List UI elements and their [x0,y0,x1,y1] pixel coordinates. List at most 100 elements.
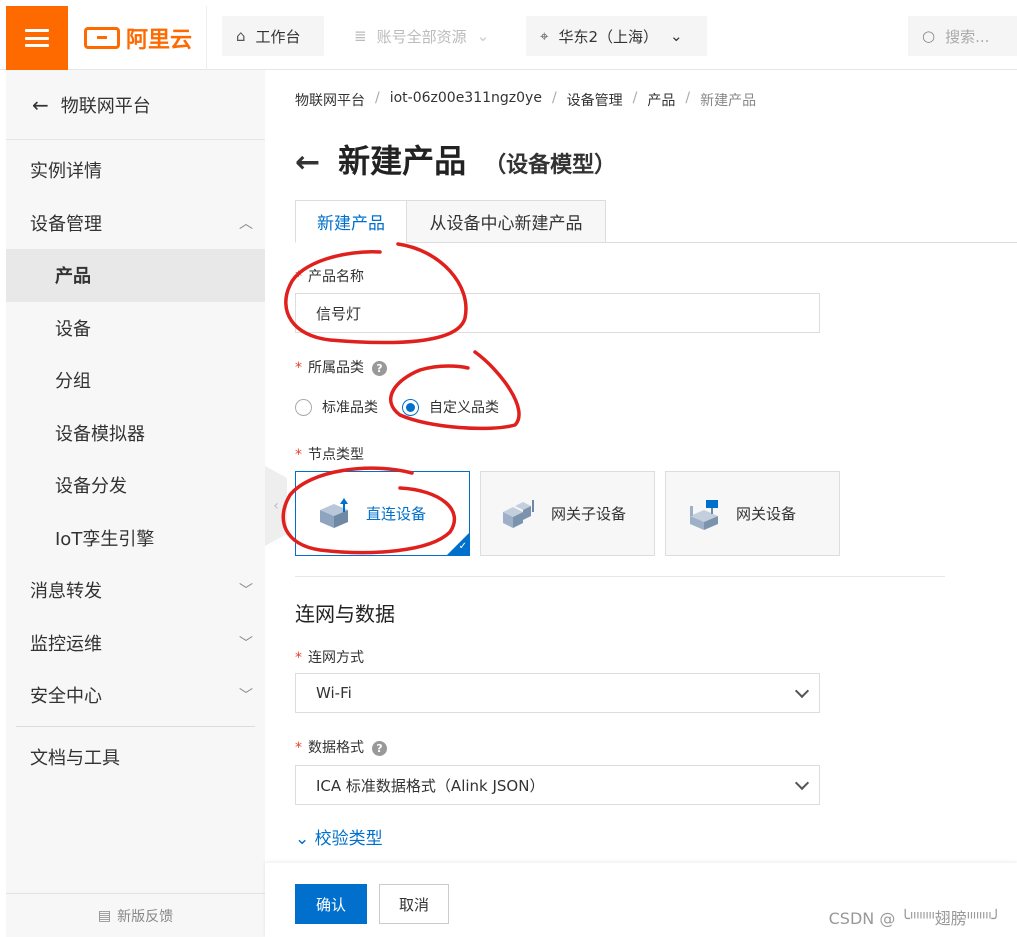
sidebar-item-instance-details[interactable]: 实例详情 [6,144,265,197]
page-subtitle: （设备模型） [484,153,617,178]
confirm-button[interactable]: 确认 [295,884,367,924]
sidebar-item-product[interactable]: 产品 [6,249,265,302]
chevron-up-icon: ︿ [239,215,253,232]
sidebar-item-label: 设备 [55,318,91,340]
breadcrumb-separator: / [375,90,380,106]
radio-standard-category[interactable]: 标准品类 [295,397,378,417]
link-label: 校验类型 [314,829,383,849]
sidebar-item-label: 设备管理 [30,213,102,235]
resource-selector[interactable]: ≣ 账号全部资源 ⌄ [340,16,510,56]
sidebar-item-device-distribution[interactable]: 设备分发 [6,459,265,512]
check-icon: ✓ [458,541,467,552]
gateway-sub-device-icon [503,499,534,528]
section-title: 连网与数据 [295,602,395,626]
tab-label: 从设备中心新建产品 [429,214,583,234]
sidebar-item-group[interactable]: 分组 [6,354,265,407]
form-footer: 确认 取消 CSDN @ ╰ᐦᐦᐦᐦ翅膀ᐦᐦᐦᐦ╯ [265,863,1017,937]
category-label: * 所属品类? [295,357,387,377]
sidebar-collapse-handle[interactable]: ‹ [265,466,287,546]
sidebar-item-label: 监控运维 [30,633,102,655]
region-label: 华东2（上海） [558,27,658,46]
sidebar-back-link[interactable]: ← 物联网平台 [6,70,265,140]
sidebar-item-iot-twin-engine[interactable]: IoT孪生引擎 [6,512,265,565]
search-input[interactable]: ○ 搜索... [908,16,1017,56]
data-format-label: * 数据格式? [295,737,387,757]
radio-label: 自定义品类 [429,400,499,416]
breadcrumb-item[interactable]: 产品 [647,90,675,110]
sidebar-item-monitoring[interactable]: 监控运维 ﹀ [6,617,265,670]
node-type-gateway-sub-device[interactable]: 网关子设备 [480,471,655,556]
hamburger-icon [25,29,49,47]
required-mark: * [295,740,302,756]
breadcrumb-item[interactable]: iot-06z00e311ngz0ye [390,90,542,110]
product-name-input[interactable]: 信号灯 [295,293,820,333]
direct-device-icon [320,497,348,528]
home-icon: ⌂ [236,27,246,45]
chevron-down-icon: ⌄ [476,27,490,45]
region-selector[interactable]: ⌖ 华东2（上海） ⌄ [526,16,707,56]
label-text: 数据格式 [308,740,364,756]
help-icon[interactable]: ? [372,740,387,756]
sidebar-item-label: 消息转发 [30,581,102,603]
data-format-select[interactable]: ICA 标准数据格式（Alink JSON） [295,765,820,805]
search-icon: ○ [922,27,936,45]
resource-selector-label: 账号全部资源 [376,27,467,46]
divider [206,6,207,70]
radio-circle [295,398,312,416]
node-type-gateway-device[interactable]: 网关设备 [665,471,840,556]
menu-button[interactable] [6,6,68,70]
card-label: 直连设备 [366,505,427,523]
stack-icon: ≣ [354,27,367,45]
chevron-down-icon [794,775,810,791]
select-value: Wi-Fi [316,684,352,702]
chevron-down-icon [794,683,810,699]
workbench-button[interactable]: ⌂ 工作台 [222,16,324,56]
breadcrumb-separator: / [632,90,638,106]
label-text: 连网方式 [308,650,364,666]
verify-type-toggle[interactable]: ⌄ 校验类型 [295,824,383,849]
cancel-button[interactable]: 取消 [379,884,449,924]
sidebar-item-device-simulator[interactable]: 设备模拟器 [6,407,265,460]
sidebar-item-docs-tools[interactable]: 文档与工具 [6,731,265,784]
required-mark: * [295,269,302,285]
network-label: * 连网方式 [295,647,364,667]
required-mark: * [295,447,302,463]
sidebar-item-security-center[interactable]: 安全中心 ﹀ [6,669,265,722]
input-value: 信号灯 [316,304,362,323]
radio-custom-category[interactable]: 自定义品类 [402,397,499,417]
label-text: 所属品类 [308,360,364,376]
sidebar-item-label: 设备模拟器 [55,423,145,445]
feedback-button[interactable]: ▤ 新版反馈 [6,893,265,937]
page-title: 新建产品 [338,142,467,180]
card-label: 网关设备 [736,505,797,523]
tab-label: 新建产品 [317,214,385,234]
sidebar-divider [16,725,255,727]
chevron-left-icon: ‹ [273,498,279,514]
node-type-direct-device[interactable]: 直连设备 ✓ [295,471,470,556]
chevron-down-icon: ﹀ [239,583,253,600]
breadcrumb-item[interactable]: 设备管理 [567,90,623,110]
sidebar-item-device-management[interactable]: 设备管理 ︿ [6,197,265,250]
sidebar-item-device[interactable]: 设备 [6,302,265,355]
sidebar-item-label: 分组 [55,371,91,393]
chevron-down-icon: ﹀ [239,635,253,652]
tab-new-from-device-center[interactable]: 从设备中心新建产品 [406,200,606,243]
sidebar-item-label: 安全中心 [30,686,102,708]
aliyun-logo[interactable]: 阿里云 [84,22,192,54]
logo-text: 阿里云 [126,28,193,53]
section-divider [295,576,945,577]
network-select[interactable]: Wi-Fi [295,673,820,713]
tab-new-product[interactable]: 新建产品 [295,200,407,243]
breadcrumb-current: 新建产品 [700,93,757,109]
sidebar-item-message-forwarding[interactable]: 消息转发 ﹀ [6,564,265,617]
help-icon[interactable]: ? [372,360,387,376]
chevron-down-icon: ﹀ [239,688,253,705]
sidebar-item-label: 设备分发 [55,476,127,498]
label-text: 节点类型 [308,447,364,463]
arrow-left-icon[interactable]: ← [295,145,320,180]
breadcrumb-item[interactable]: 物联网平台 [295,90,365,110]
card-label: 网关子设备 [551,505,627,523]
radio-circle [402,398,419,416]
breadcrumb-separator: / [551,90,557,106]
product-name-label: * 产品名称 [295,266,364,286]
